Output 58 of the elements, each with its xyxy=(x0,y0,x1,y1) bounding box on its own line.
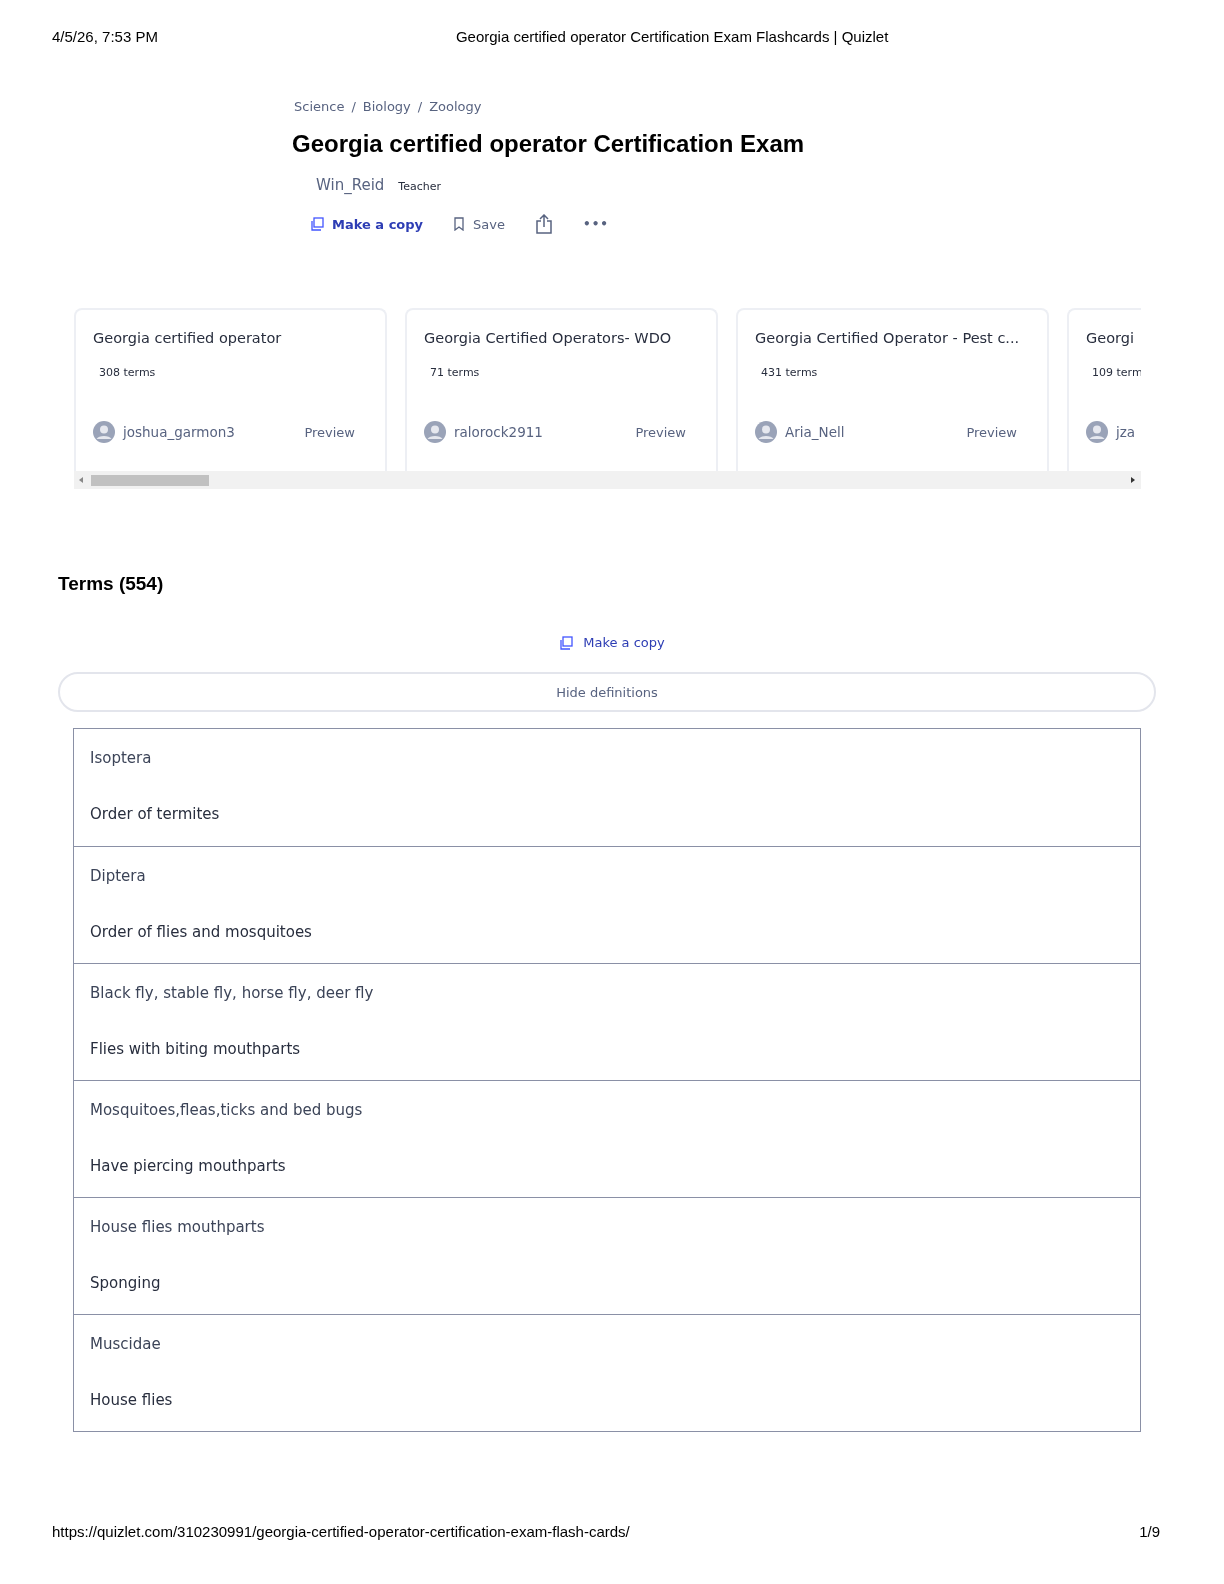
make-copy-button[interactable]: Make a copy xyxy=(310,216,424,232)
breadcrumb-separator: / xyxy=(351,99,356,114)
term-text: Isoptera xyxy=(90,749,153,767)
avatar-icon xyxy=(424,421,446,443)
author-name[interactable]: Win_Reid xyxy=(316,176,385,194)
bookmark-icon xyxy=(453,217,466,231)
breadcrumb-separator: / xyxy=(417,99,423,114)
username: jza xyxy=(1116,424,1136,440)
term-text: Muscidae xyxy=(90,1335,162,1353)
print-title: Georgia certified operator Certification Exam Flashcards | Quizlet xyxy=(455,28,889,45)
definition-text: Order of termites xyxy=(90,805,221,823)
term-text: Mosquitoes,fleas,ticks and bed bugs xyxy=(90,1101,364,1119)
print-url: https://quizlet.com/310230991/georgia-certified-operator-certification-exam-flash-cards/ xyxy=(52,1523,630,1540)
breadcrumb-link[interactable]: Zoology xyxy=(429,99,482,114)
username: joshua_garmon3 xyxy=(123,424,235,440)
term-text: Black fly, stable fly, horse fly, deer fly xyxy=(90,984,375,1002)
preview-link[interactable]: Preview xyxy=(304,424,355,440)
scroll-right-icon xyxy=(1131,477,1135,483)
definition-text: Flies with biting mouthparts xyxy=(90,1040,302,1058)
username: ralorock2911 xyxy=(454,424,543,440)
breadcrumb-link[interactable]: Biology xyxy=(362,99,411,114)
breadcrumb-link[interactable]: Science xyxy=(294,99,345,114)
page-number: 1/9 xyxy=(1139,1523,1160,1540)
hide-definitions-button[interactable]: Hide definitions xyxy=(58,672,1156,712)
avatar-icon xyxy=(755,421,777,443)
more-button[interactable]: ••• xyxy=(583,217,609,231)
card-title: Georgia certified operator xyxy=(93,330,283,346)
set-title: Georgia certified operator Certification Exam xyxy=(292,130,806,158)
definition-text: Order of flies and mosquitoes xyxy=(90,923,313,941)
horizontal-scrollbar[interactable] xyxy=(74,471,1141,489)
author-role: Teacher xyxy=(398,180,441,193)
preview-link[interactable]: Preview xyxy=(966,424,1017,440)
definition-text: House flies xyxy=(90,1391,174,1409)
definition-text: Sponging xyxy=(90,1274,162,1292)
print-datetime: 4/5/26, 7:53 PM xyxy=(52,28,158,45)
term-count: 431 terms xyxy=(761,366,819,379)
save-button[interactable]: Save xyxy=(453,216,505,232)
term-count: 109 term xyxy=(1092,366,1141,379)
preview-link[interactable]: Preview xyxy=(635,424,686,440)
term-count: 308 terms xyxy=(99,366,157,379)
scrollbar-thumb[interactable] xyxy=(91,474,209,486)
term-count: 71 terms xyxy=(430,366,481,379)
username: Aria_Nell xyxy=(785,424,845,440)
card-title: Georgi xyxy=(1086,330,1135,346)
term-text: House flies mouthparts xyxy=(90,1218,266,1236)
avatar-icon xyxy=(1086,421,1108,443)
copy-icon xyxy=(310,217,324,231)
card-title: Georgia Certified Operator - Pest c... xyxy=(755,330,1021,346)
definition-text: Have piercing mouthparts xyxy=(90,1157,287,1175)
term-text: Diptera xyxy=(90,867,147,885)
make-copy-link[interactable]: Make a copy xyxy=(559,635,665,650)
avatar-icon xyxy=(93,421,115,443)
copy-icon xyxy=(559,635,574,650)
scroll-left-icon xyxy=(79,477,83,483)
terms-heading: Terms (554) xyxy=(58,573,165,595)
card-title: Georgia Certified Operators- WDO xyxy=(424,330,673,346)
share-button[interactable] xyxy=(535,214,553,234)
share-icon xyxy=(535,214,553,234)
